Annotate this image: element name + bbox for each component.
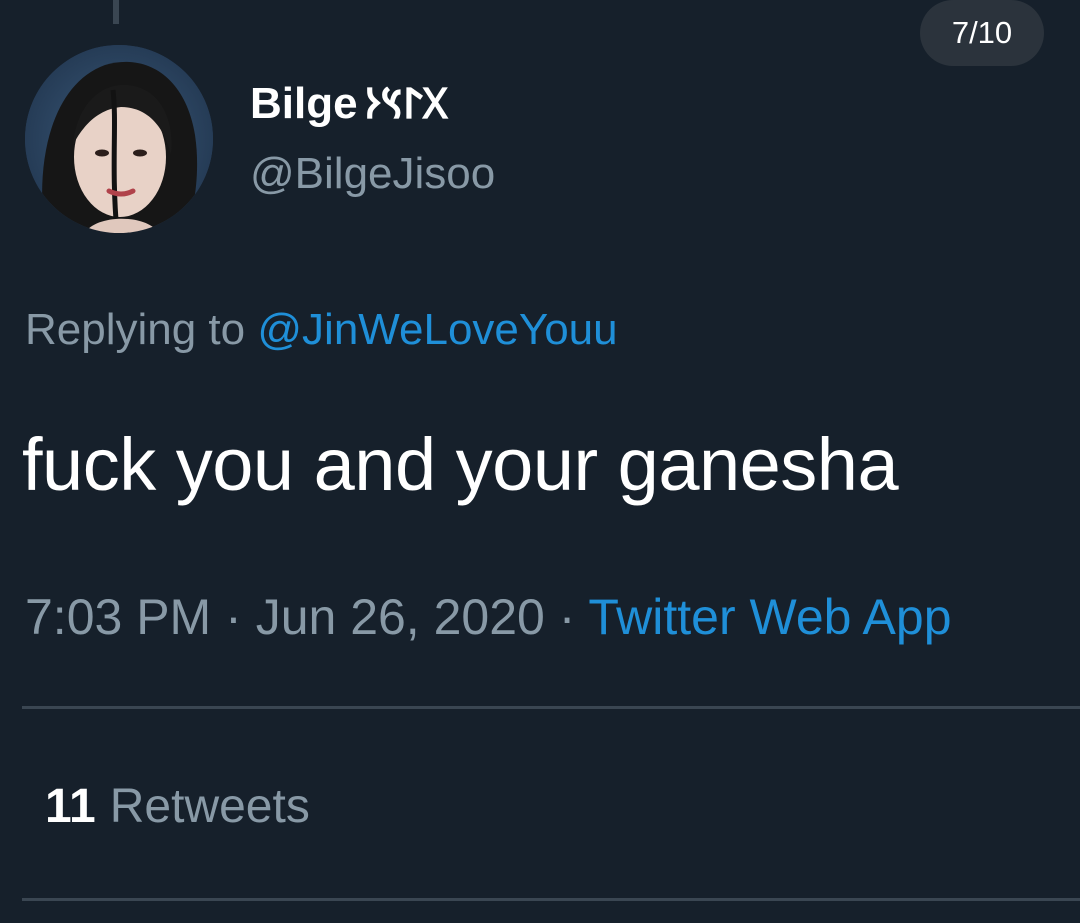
- divider: [22, 706, 1080, 709]
- meta-separator: ·: [225, 589, 242, 645]
- tweet-meta: 7:03 PM · Jun 26, 2020 · Twitter Web App: [25, 588, 952, 646]
- image-page-counter: 7/10: [920, 0, 1044, 66]
- retweets-count: 11: [45, 780, 96, 833]
- divider: [22, 898, 1080, 901]
- author-display-name[interactable]: Bilge 𐰓𐰃𐰽𐰆: [250, 74, 448, 131]
- avatar-image: [25, 45, 213, 233]
- author-name-glyphs: 𐰓𐰃𐰽𐰆: [363, 79, 448, 128]
- tweet-source-link[interactable]: Twitter Web App: [588, 589, 951, 645]
- author-name-text: Bilge: [250, 79, 358, 128]
- thread-connector-line: [113, 0, 119, 24]
- retweets-label: Retweets: [109, 780, 310, 833]
- replying-to-line: Replying to @JinWeLoveYouu: [25, 305, 618, 355]
- meta-separator: ·: [558, 589, 576, 645]
- tweet-time[interactable]: 7:03 PM: [25, 589, 211, 645]
- retweets-stat[interactable]: 11 Retweets: [45, 779, 310, 834]
- author-handle[interactable]: @BilgeJisoo: [250, 149, 495, 199]
- avatar[interactable]: [25, 45, 213, 233]
- replying-to-label: Replying to: [25, 305, 246, 354]
- reply-mention-link[interactable]: @JinWeLoveYouu: [257, 305, 617, 354]
- tweet-body: fuck you and your ganesha: [22, 423, 899, 506]
- tweet-date[interactable]: Jun 26, 2020: [256, 589, 545, 645]
